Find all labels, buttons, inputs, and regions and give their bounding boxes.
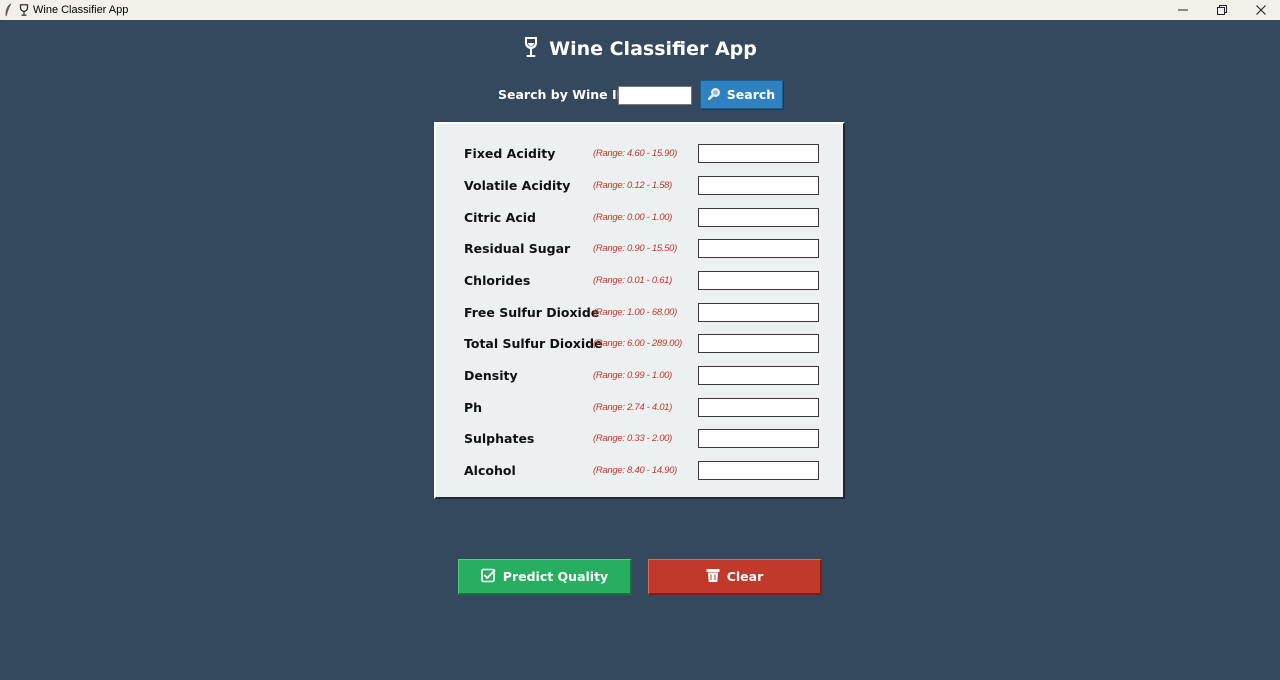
predict-quality-label: Predict Quality	[502, 569, 609, 584]
checkbox-icon	[480, 568, 496, 586]
page-title: Wine Classifier App	[549, 38, 757, 60]
minimize-icon	[1177, 9, 1188, 11]
feature-label: Residual Sugar	[464, 241, 571, 256]
feature-range: (Range: 0.90 - 15.50)	[593, 243, 678, 254]
feature-row-chlorides: Chlorides (Range: 0.01 - 0.61)	[436, 271, 843, 291]
wine-id-search-input[interactable]	[618, 86, 692, 105]
clear-label: Clear	[726, 569, 764, 584]
feature-row-free-sulfur-dioxide: Free Sulfur Dioxide (Range: 1.00 - 68.00…	[436, 303, 843, 323]
alcohol-input[interactable]	[698, 461, 819, 480]
feature-row-citric-acid: Citric Acid (Range: 0.00 - 1.00)	[436, 208, 843, 228]
feature-row-ph: Ph (Range: 2.74 - 4.01)	[436, 398, 843, 418]
feature-row-fixed-acidity: Fixed Acidity (Range: 4.60 - 15.90)	[436, 144, 843, 164]
search-button-label: Search	[726, 87, 776, 102]
feature-range: (Range: 0.99 - 1.00)	[593, 370, 673, 381]
fixed-acidity-input[interactable]	[698, 144, 819, 163]
feature-range: (Range: 8.40 - 14.90)	[593, 465, 678, 476]
feature-row-density: Density (Range: 0.99 - 1.00)	[436, 366, 843, 386]
feature-label: Citric Acid	[464, 210, 536, 225]
citric-acid-input[interactable]	[698, 208, 819, 227]
total-sulfur-dioxide-input[interactable]	[698, 334, 819, 353]
ph-input[interactable]	[698, 398, 819, 417]
close-icon	[1255, 5, 1266, 15]
restore-icon	[1216, 5, 1227, 15]
feature-label: Ph	[464, 400, 483, 415]
chlorides-input[interactable]	[698, 271, 819, 290]
restore-button[interactable]	[1202, 0, 1241, 20]
minimize-button[interactable]	[1163, 0, 1202, 20]
residual-sugar-input[interactable]	[698, 239, 819, 258]
window-controls	[1163, 0, 1280, 20]
feature-label: Chlorides	[464, 273, 531, 288]
app-header: Wine Classifier App	[0, 36, 1280, 62]
feature-range: (Range: 6.00 - 289.00)	[593, 338, 682, 349]
free-sulfur-dioxide-input[interactable]	[698, 303, 819, 322]
feature-range: (Range: 0.00 - 1.00)	[593, 212, 673, 223]
search-button[interactable]: Search	[700, 80, 783, 109]
feature-row-alcohol: Alcohol (Range: 8.40 - 14.90)	[436, 461, 843, 481]
feature-form-panel: Fixed Acidity (Range: 4.60 - 15.90) Vola…	[434, 122, 845, 499]
volatile-acidity-input[interactable]	[698, 176, 819, 195]
feature-label: Density	[464, 368, 518, 383]
feature-label: Sulphates	[464, 431, 535, 446]
feature-range: (Range: 0.12 - 1.58)	[593, 180, 673, 191]
feature-range: (Range: 1.00 - 68.00)	[593, 307, 678, 318]
feature-row-total-sulfur-dioxide: Total Sulfur Dioxide (Range: 6.00 - 289.…	[436, 334, 843, 354]
feature-row-volatile-acidity: Volatile Acidity (Range: 0.12 - 1.58)	[436, 176, 843, 196]
feather-icon	[3, 3, 13, 17]
magnifier-icon	[707, 87, 721, 103]
sulphates-input[interactable]	[698, 429, 819, 448]
wine-glass-icon	[18, 3, 30, 17]
window-title: Wine Classifier App	[33, 4, 129, 16]
feature-range: (Range: 4.60 - 15.90)	[593, 148, 678, 159]
feature-range: (Range: 2.74 - 4.01)	[593, 402, 673, 413]
window-titlebar: Wine Classifier App	[0, 0, 1280, 20]
feature-label: Fixed Acidity	[464, 146, 556, 161]
close-button[interactable]	[1241, 0, 1280, 20]
trash-icon	[706, 568, 720, 586]
search-label: Search by Wine ID:	[498, 87, 633, 102]
density-input[interactable]	[698, 366, 819, 385]
feature-label: Free Sulfur Dioxide	[464, 305, 600, 320]
wine-glass-icon	[523, 36, 539, 62]
feature-range: (Range: 0.01 - 0.61)	[593, 275, 673, 286]
predict-quality-button[interactable]: Predict Quality	[458, 559, 632, 595]
feature-row-residual-sugar: Residual Sugar (Range: 0.90 - 15.50)	[436, 239, 843, 259]
clear-button[interactable]: Clear	[648, 559, 822, 595]
feature-range: (Range: 0.33 - 2.00)	[593, 433, 673, 444]
feature-label: Total Sulfur Dioxide	[464, 336, 603, 351]
feature-label: Volatile Acidity	[464, 178, 571, 193]
feature-label: Alcohol	[464, 463, 516, 478]
feature-row-sulphates: Sulphates (Range: 0.33 - 2.00)	[436, 429, 843, 449]
